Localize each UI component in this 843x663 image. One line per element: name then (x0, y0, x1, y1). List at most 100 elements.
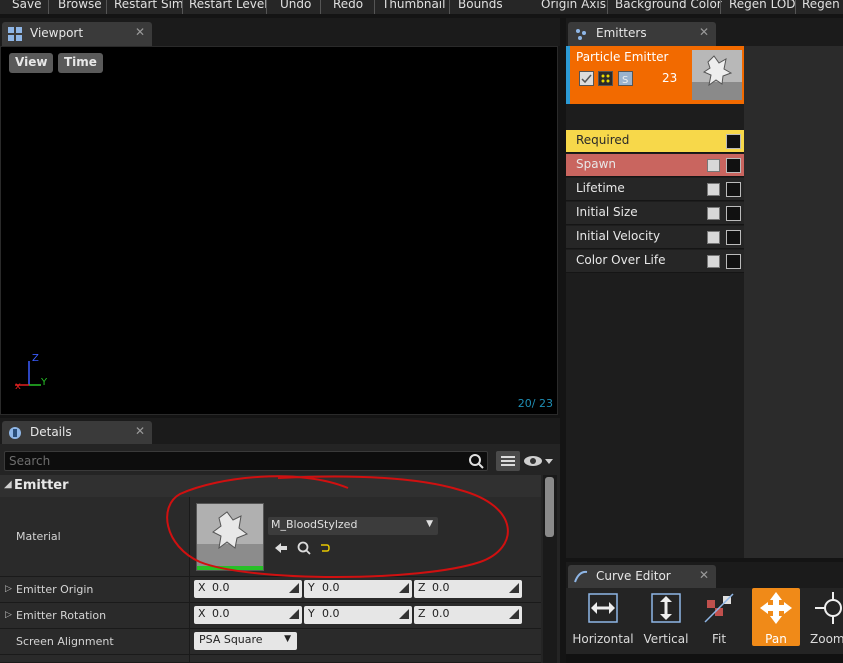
browse-magnifier-icon[interactable] (296, 540, 312, 556)
spinner-icon[interactable] (509, 583, 519, 593)
expand-caret-icon[interactable]: ▷ (5, 584, 12, 594)
origin-z-field[interactable]: Z 0.0 (414, 580, 522, 598)
curve-graph-icon[interactable] (726, 206, 741, 221)
rotation-x-field[interactable]: X 0.0 (194, 606, 302, 624)
search-icon[interactable] (468, 453, 484, 469)
restart-sim-button[interactable]: Restart Sim (114, 0, 184, 11)
zoom-label: Zoom (810, 632, 843, 646)
emitter-thumbnail-icon (692, 50, 742, 100)
background-color-button[interactable]: Background Color (615, 0, 722, 11)
material-row: Material (0, 497, 541, 577)
material-thumbnail[interactable] (196, 503, 264, 571)
module-color-over-life[interactable]: Color Over Life (566, 250, 744, 273)
reset-to-default-icon[interactable] (317, 540, 333, 556)
curve-graph-icon[interactable] (726, 182, 741, 197)
material-dropdown[interactable]: M_BloodStylzed ▼ (268, 517, 438, 535)
origin-axis-button[interactable]: Origin Axis (541, 0, 606, 11)
module-enabled-checkbox[interactable] (707, 159, 720, 172)
redo-button[interactable]: Redo (333, 0, 363, 11)
category-emitter[interactable]: ◢ Emitter (0, 475, 541, 497)
enabled-checkbox-icon[interactable] (579, 71, 594, 86)
regen-lod-button[interactable]: Regen LOD (729, 0, 796, 11)
regen-lod-button-2[interactable]: Regen L (802, 0, 843, 11)
list-view-button[interactable] (496, 451, 520, 471)
origin-y-field[interactable]: Y 0.0 (304, 580, 412, 598)
tab-viewport[interactable]: Viewport ✕ (2, 22, 152, 46)
spinner-icon[interactable] (509, 609, 519, 619)
close-icon[interactable]: ✕ (135, 25, 145, 39)
rotation-z-field[interactable]: Z 0.0 (414, 606, 522, 624)
bounds-button[interactable]: Bounds (458, 0, 503, 11)
tab-details[interactable]: Details ✕ (2, 421, 152, 445)
module-enabled-checkbox[interactable] (707, 231, 720, 244)
module-lifetime[interactable]: Lifetime (566, 178, 744, 201)
pan-button[interactable]: Pan (752, 588, 800, 646)
module-initial-velocity[interactable]: Initial Velocity (566, 226, 744, 249)
curve-graph-icon[interactable] (726, 134, 741, 149)
material-label: Material (16, 530, 61, 543)
horizontal-button[interactable]: Horizontal (572, 588, 634, 646)
spinner-icon[interactable] (289, 609, 299, 619)
thumbnail-button[interactable]: Thumbnail (382, 0, 445, 11)
origin-x-field[interactable]: X 0.0 (194, 580, 302, 598)
browse-button[interactable]: Browse (58, 0, 102, 11)
spinner-icon[interactable] (399, 609, 409, 619)
emitter-column[interactable]: Particle Emitter S 23 Required Spawn Lif… (566, 46, 744, 558)
close-icon[interactable]: ✕ (135, 424, 145, 438)
undo-button[interactable]: Undo (280, 0, 311, 11)
rotation-y-field[interactable]: Y 0.0 (304, 606, 412, 624)
module-required[interactable]: Required (566, 130, 744, 153)
module-enabled-checkbox[interactable] (707, 207, 720, 220)
close-icon[interactable]: ✕ (699, 25, 709, 39)
fit-button[interactable]: Fit (698, 588, 740, 646)
viewport-canvas[interactable]: View Time x Z Y 20/ 23 (0, 46, 558, 415)
module-enabled-checkbox[interactable] (707, 183, 720, 196)
toolbar-divider (266, 0, 267, 14)
view-button[interactable]: View (9, 53, 54, 73)
toolbar-divider (182, 0, 183, 14)
origin-z-value: 0.0 (432, 581, 450, 594)
axis-y-label: Y (308, 581, 315, 594)
axis-y-label: Y (41, 377, 48, 388)
rotation-z-value: 0.0 (432, 607, 450, 620)
spinner-icon[interactable] (289, 583, 299, 593)
search-input[interactable] (5, 452, 465, 470)
fit-vertical-icon (651, 593, 681, 623)
toolbar-divider (720, 0, 721, 14)
toolbar-divider (320, 0, 321, 14)
time-button[interactable]: Time (58, 53, 103, 73)
expand-caret-icon[interactable]: ▷ (5, 610, 12, 620)
module-spawn[interactable]: Spawn (566, 154, 744, 177)
zoom-button[interactable]: Zoom (806, 588, 843, 646)
render-mode-icon[interactable] (598, 71, 613, 86)
curve-graph-icon[interactable] (726, 254, 741, 269)
origin-x-value: 0.0 (212, 581, 230, 594)
emitter-header[interactable]: Particle Emitter S 23 (566, 46, 744, 104)
restart-level-button[interactable]: Restart Level (189, 0, 268, 11)
use-selected-arrow-icon[interactable] (273, 540, 289, 556)
vertical-button[interactable]: Vertical (638, 588, 694, 646)
list-icon (501, 456, 515, 466)
emitter-origin-label: Emitter Origin (16, 583, 94, 596)
curve-graph-icon[interactable] (726, 230, 741, 245)
close-icon[interactable]: ✕ (699, 568, 709, 582)
particle-counter: 20/ 23 (517, 397, 553, 410)
module-initial-size[interactable]: Initial Size (566, 202, 744, 225)
svg-text:x: x (15, 381, 21, 391)
curve-graph-area[interactable] (566, 654, 843, 663)
details-icon (9, 427, 21, 439)
category-emitter-label: Emitter (14, 478, 69, 493)
solo-icon[interactable]: S (618, 71, 633, 86)
curve-editor-panel: Horizontal Vertical Fit Pan Zoom (566, 588, 843, 663)
screen-alignment-label: Screen Alignment (16, 635, 114, 648)
tab-emitters[interactable]: Emitters ✕ (568, 22, 716, 46)
collapse-caret-icon[interactable]: ◢ (4, 479, 12, 490)
module-enabled-checkbox[interactable] (707, 255, 720, 268)
screen-alignment-dropdown[interactable]: PSA Square ▼ (194, 632, 297, 650)
tab-curve-editor[interactable]: Curve Editor ✕ (568, 565, 716, 589)
curve-graph-icon[interactable] (726, 158, 741, 173)
save-button[interactable]: Save (12, 0, 41, 11)
spinner-icon[interactable] (399, 583, 409, 593)
eye-icon[interactable] (522, 452, 556, 470)
scrollbar-thumb[interactable] (545, 477, 554, 537)
